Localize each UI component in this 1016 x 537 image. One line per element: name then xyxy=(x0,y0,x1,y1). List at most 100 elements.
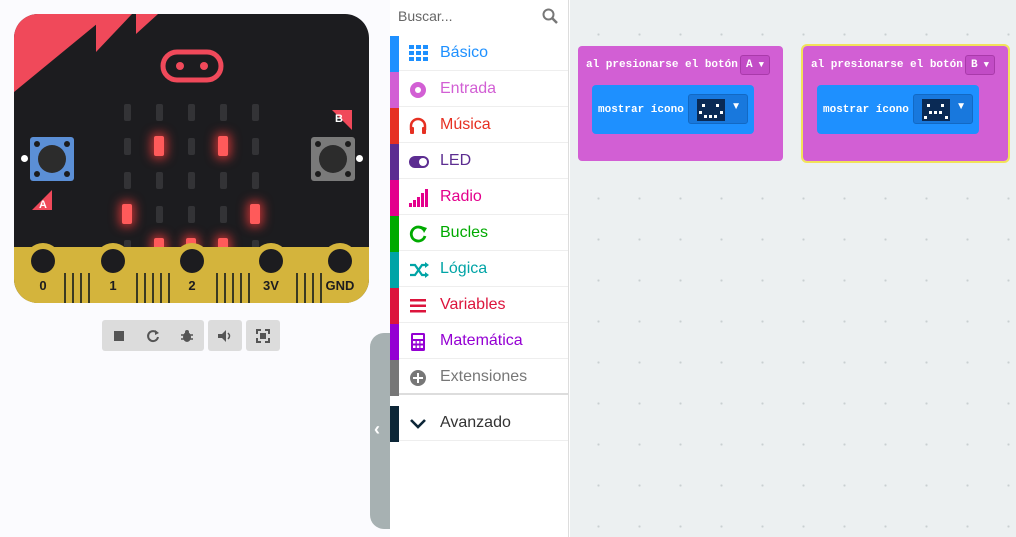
simulator-controls xyxy=(102,320,280,351)
category-label: Lógica xyxy=(440,260,488,277)
icon-picker[interactable]: ▼ xyxy=(913,94,973,124)
simulator-panel: A B 0 1 2 3V GND ‹ xyxy=(0,0,390,537)
headphones-icon xyxy=(409,117,427,134)
edge-connector-strip xyxy=(144,273,146,303)
side-marker xyxy=(356,155,363,162)
edge-connector-strip xyxy=(152,273,154,303)
button-b[interactable] xyxy=(311,137,355,181)
category-matematica[interactable]: Matemática xyxy=(390,324,568,360)
edge-connector-strip xyxy=(64,273,66,303)
led xyxy=(123,103,131,121)
category-extensiones[interactable]: Extensiones xyxy=(390,360,568,396)
category-entrada[interactable]: Entrada xyxy=(390,72,568,108)
dropdown-arrow-icon: ▼ xyxy=(758,60,765,70)
led xyxy=(218,136,228,156)
led xyxy=(251,103,259,121)
debug-icon[interactable] xyxy=(170,320,204,351)
svg-text:A: A xyxy=(39,199,47,211)
led xyxy=(187,137,195,155)
led xyxy=(187,103,195,121)
button-a[interactable] xyxy=(30,137,74,181)
category-logica[interactable]: Lógica xyxy=(390,252,568,288)
category-musica[interactable]: Música xyxy=(390,108,568,144)
led xyxy=(155,103,163,121)
led xyxy=(155,171,163,189)
category-color-stripe xyxy=(390,288,399,324)
category-led[interactable]: LED xyxy=(390,144,568,180)
category-label: Música xyxy=(440,116,491,133)
dropdown-arrow-icon: ▼ xyxy=(956,101,966,112)
fullscreen-icon[interactable] xyxy=(246,320,280,351)
pin-0[interactable]: 0 xyxy=(25,243,61,303)
category-label: Radio xyxy=(440,188,482,205)
show-icon-block[interactable]: mostrar ícono ▼ xyxy=(817,85,979,134)
category-color-stripe xyxy=(390,252,399,288)
category-color-stripe xyxy=(390,216,399,252)
category-label: Matemática xyxy=(440,332,523,349)
led xyxy=(219,103,227,121)
show-icon-block[interactable]: mostrar ícono ▼ xyxy=(592,85,754,134)
toggle-icon xyxy=(409,156,429,168)
led xyxy=(154,136,164,156)
pin-2[interactable]: 2 xyxy=(174,243,210,303)
category-label: Extensiones xyxy=(440,368,528,385)
chevron-left-icon: ‹ xyxy=(374,419,380,439)
refresh-icon xyxy=(409,225,427,243)
button-dropdown[interactable]: A ▼ xyxy=(740,55,771,75)
led xyxy=(251,171,259,189)
category-color-stripe xyxy=(390,360,399,396)
led xyxy=(123,171,131,189)
dropdown-arrow-icon: ▼ xyxy=(983,60,990,70)
event-block-button-b[interactable]: al presionarse el botón B ▼ mostrar ícono… xyxy=(801,44,1010,163)
smiley-icon xyxy=(697,99,725,121)
edge-connector-strip xyxy=(304,273,306,303)
category-variables[interactable]: Variables xyxy=(390,288,568,324)
plus-circle-icon xyxy=(410,370,426,386)
category-bucles[interactable]: Bucles xyxy=(390,216,568,252)
sad-face-icon xyxy=(922,99,950,121)
event-block-button-a[interactable]: al presionarse el botón A ▼ mostrar ícono… xyxy=(578,46,783,161)
blocks-workspace[interactable]: al presionarse el botón A ▼ mostrar ícono… xyxy=(570,0,1016,537)
led xyxy=(155,205,163,223)
pin-3v[interactable]: 3V xyxy=(253,243,289,303)
simulator-controls-sound xyxy=(208,320,242,351)
svg-text:B: B xyxy=(335,113,343,125)
side-marker xyxy=(21,155,28,162)
led xyxy=(219,205,227,223)
collapse-simulator-button[interactable]: ‹ xyxy=(370,333,390,529)
edge-connector-strip xyxy=(88,273,90,303)
search-icon[interactable] xyxy=(542,8,558,24)
led xyxy=(251,137,259,155)
icon-picker[interactable]: ▼ xyxy=(688,94,748,124)
show-icon-label: mostrar ícono xyxy=(598,104,684,116)
edge-connector-strip xyxy=(312,273,314,303)
category-color-stripe xyxy=(390,36,399,72)
edge-connector-strip xyxy=(160,273,162,303)
category-basico[interactable]: Básico xyxy=(390,36,568,72)
category-color-stripe xyxy=(390,180,399,216)
search-input[interactable] xyxy=(398,4,538,28)
category-label: Básico xyxy=(440,44,489,61)
category-avanzado[interactable]: Avanzado xyxy=(390,406,568,442)
edge-connector-strip xyxy=(224,273,226,303)
sound-icon[interactable] xyxy=(208,320,242,351)
category-label: Avanzado xyxy=(440,414,511,431)
led xyxy=(187,205,195,223)
edge-connector-strip xyxy=(296,273,298,303)
calculator-icon xyxy=(411,333,425,351)
category-label: Bucles xyxy=(440,224,489,241)
led xyxy=(219,171,227,189)
led xyxy=(122,204,132,224)
pin-gnd[interactable]: GND xyxy=(322,243,358,303)
shuffle-icon xyxy=(410,262,429,278)
edge-connector-strip xyxy=(240,273,242,303)
simulator-controls-fullscreen xyxy=(246,320,280,351)
stop-icon[interactable] xyxy=(102,320,136,351)
microbit-board: A B 0 1 2 3V GND xyxy=(14,14,369,303)
pin-1[interactable]: 1 xyxy=(95,243,131,303)
restart-icon[interactable] xyxy=(136,320,170,351)
microbit-logo-icon xyxy=(160,49,224,83)
signal-bars-icon xyxy=(409,189,428,207)
category-radio[interactable]: Radio xyxy=(390,180,568,216)
button-dropdown[interactable]: B ▼ xyxy=(965,55,996,75)
